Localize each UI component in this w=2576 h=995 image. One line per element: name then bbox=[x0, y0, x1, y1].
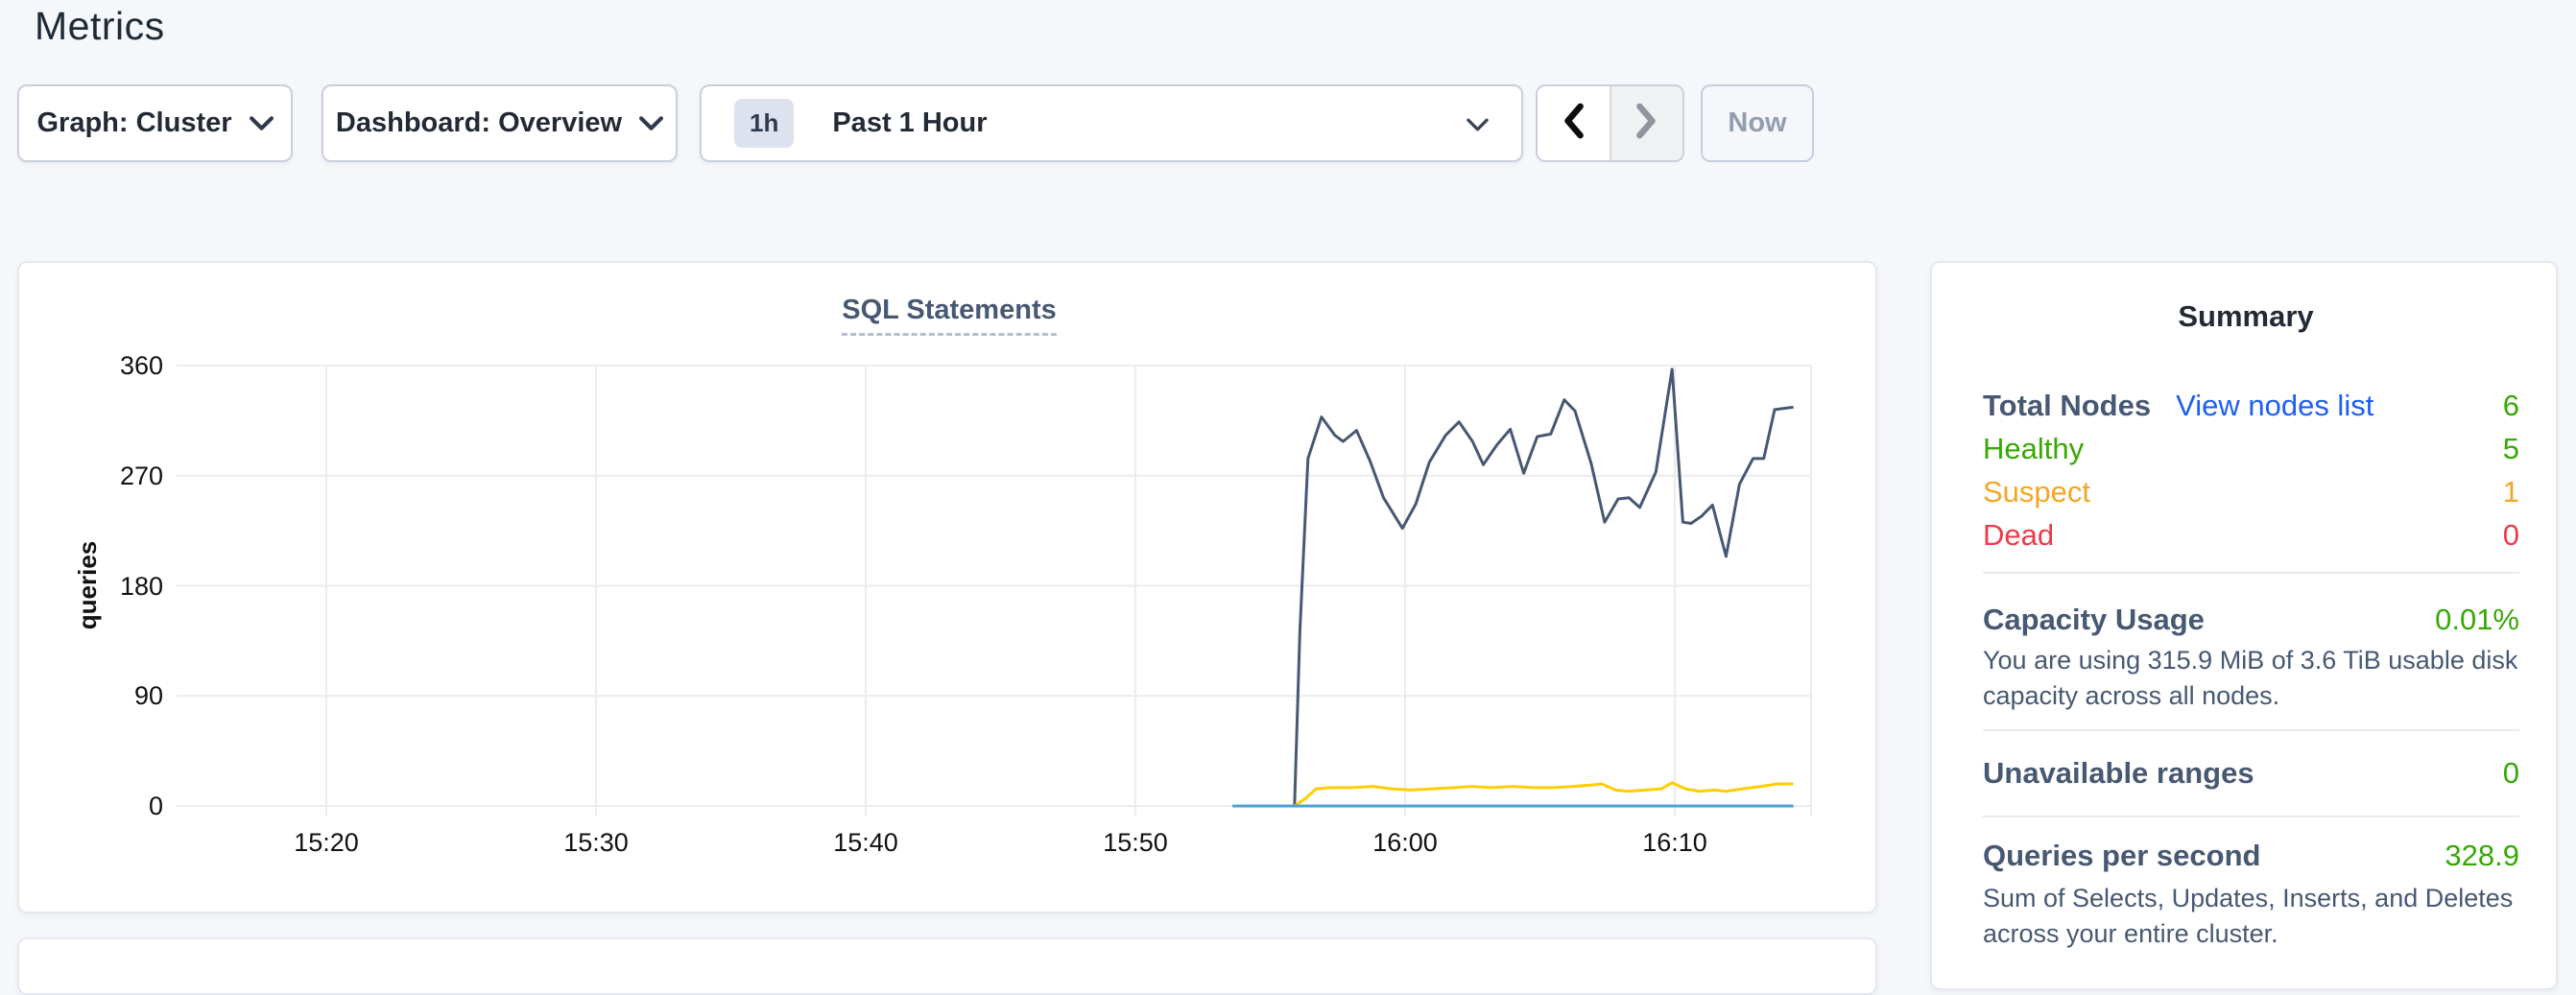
total-nodes-row: Total Nodes View nodes list 6 bbox=[1983, 384, 2519, 427]
dashboard-dropdown-label: Dashboard: Overview bbox=[336, 107, 622, 139]
queries-per-second-description: Sum of Selects, Updates, Inserts, and De… bbox=[1983, 881, 2521, 952]
view-nodes-list-link[interactable]: View nodes list bbox=[2176, 384, 2373, 427]
node-status-rows: Total Nodes View nodes list 6 Healthy 5 … bbox=[1983, 384, 2519, 557]
statements-navy-line bbox=[1232, 369, 1793, 806]
graph-scope-dropdown-label: Graph: Cluster bbox=[36, 107, 231, 139]
chevron-right-icon bbox=[1634, 102, 1659, 145]
capacity-usage-description: You are using 315.9 MiB of 3.6 TiB usabl… bbox=[1983, 643, 2521, 714]
queries-per-second-value: 328.9 bbox=[2445, 839, 2519, 873]
divider bbox=[1983, 572, 2519, 574]
metrics-page: { "page": { "title": "Metrics" }, "toolb… bbox=[0, 0, 2576, 950]
time-window-selector[interactable]: 1h Past 1 Hour bbox=[700, 84, 1523, 162]
statements-yellow-line bbox=[1232, 783, 1793, 806]
chevron-left-icon bbox=[1561, 102, 1586, 145]
suspect-value: 1 bbox=[2503, 470, 2519, 513]
dead-nodes-row: Dead 0 bbox=[1983, 513, 2519, 557]
queries-per-second-label: Queries per second bbox=[1983, 839, 2260, 873]
page-title: Metrics bbox=[35, 4, 165, 49]
chevron-down-icon bbox=[250, 116, 274, 135]
dead-label: Dead bbox=[1983, 513, 2054, 557]
unavailable-ranges-row: Unavailable ranges 0 bbox=[1983, 756, 2519, 791]
suspect-nodes-row: Suspect 1 bbox=[1983, 470, 2519, 513]
unavailable-ranges-label: Unavailable ranges bbox=[1983, 756, 2254, 791]
next-window-button[interactable] bbox=[1610, 86, 1683, 160]
dead-value: 0 bbox=[2503, 513, 2519, 557]
summary-panel: Summary Total Nodes View nodes list 6 He… bbox=[1930, 261, 2558, 990]
graph-scope-dropdown[interactable]: Graph: Cluster bbox=[17, 84, 293, 162]
suspect-label: Suspect bbox=[1983, 470, 2090, 513]
healthy-value: 5 bbox=[2503, 427, 2519, 470]
divider bbox=[1983, 729, 2519, 731]
prev-window-button[interactable] bbox=[1538, 86, 1610, 160]
summary-title: Summary bbox=[1932, 299, 2560, 334]
sql-statements-plot-area[interactable] bbox=[19, 263, 1879, 915]
queries-per-second-row: Queries per second 328.9 bbox=[1983, 839, 2519, 873]
dashboard-dropdown[interactable]: Dashboard: Overview bbox=[322, 84, 678, 162]
next-chart-card-partial bbox=[17, 937, 1877, 995]
capacity-usage-row: Capacity Usage 0.01% bbox=[1983, 603, 2519, 637]
capacity-usage-label: Capacity Usage bbox=[1983, 603, 2205, 637]
chevron-down-icon bbox=[639, 116, 663, 135]
time-pager bbox=[1536, 84, 1684, 162]
time-window-badge: 1h bbox=[734, 99, 794, 148]
total-nodes-value: 6 bbox=[2503, 384, 2519, 427]
sql-statements-chart-card: SQL Statements queries 090180270360 15:2… bbox=[17, 261, 1877, 913]
time-window-label: Past 1 Hour bbox=[832, 107, 987, 139]
healthy-nodes-row: Healthy 5 bbox=[1983, 427, 2519, 470]
unavailable-ranges-value: 0 bbox=[2503, 756, 2519, 791]
chevron-down-icon bbox=[1467, 118, 1489, 136]
divider bbox=[1983, 816, 2519, 817]
total-nodes-label: Total Nodes bbox=[1983, 384, 2151, 427]
capacity-usage-value: 0.01% bbox=[2435, 603, 2519, 637]
healthy-label: Healthy bbox=[1983, 427, 2084, 470]
now-button[interactable]: Now bbox=[1701, 84, 1814, 162]
